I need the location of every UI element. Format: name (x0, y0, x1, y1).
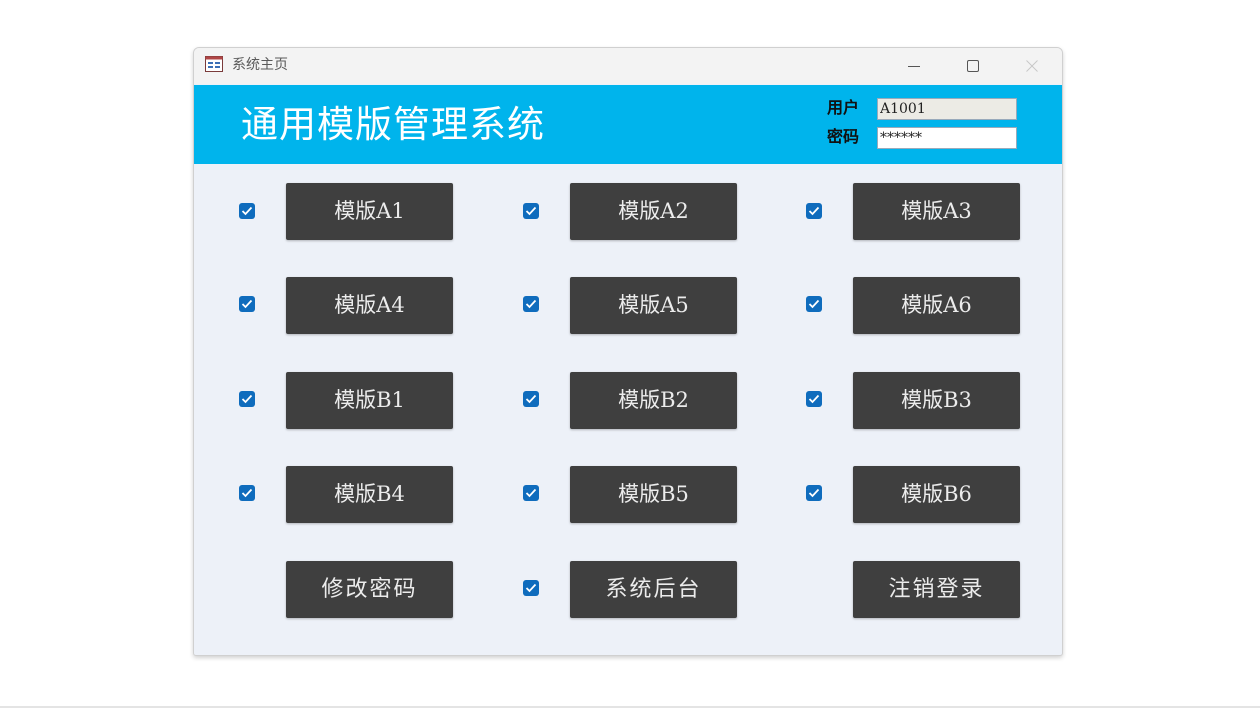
check-icon (241, 299, 253, 309)
template-a4-button[interactable]: 模版A4 (286, 277, 453, 334)
template-a2-button[interactable]: 模版A2 (570, 183, 737, 240)
logout-button[interactable]: 注销登录 (853, 561, 1020, 618)
template-b6-button[interactable]: 模版B6 (853, 466, 1020, 523)
checkbox-b6[interactable] (806, 485, 822, 501)
template-a6-button[interactable]: 模版A6 (853, 277, 1020, 334)
form-icon (205, 56, 223, 72)
maximize-icon (967, 60, 979, 72)
maximize-button[interactable] (950, 52, 996, 80)
checkbox-b4[interactable] (239, 485, 255, 501)
close-icon (1026, 60, 1038, 72)
header-banner: 通用模版管理系统 用户 密码 (194, 85, 1062, 164)
checkbox-a2[interactable] (523, 203, 539, 219)
template-a3-button[interactable]: 模版A3 (853, 183, 1020, 240)
password-label: 密码 (827, 127, 860, 146)
check-icon (808, 299, 820, 309)
checkbox-a4[interactable] (239, 296, 255, 312)
checkbox-b2[interactable] (523, 391, 539, 407)
template-b4-button[interactable]: 模版B4 (286, 466, 453, 523)
system-title: 通用模版管理系统 (241, 103, 545, 146)
check-icon (525, 299, 537, 309)
checkbox-b1[interactable] (239, 391, 255, 407)
check-icon (808, 394, 820, 404)
check-icon (525, 488, 537, 498)
template-a1-button[interactable]: 模版A1 (286, 183, 453, 240)
main-window: 系统主页 通用模版管理系统 用户 密码 模版A1 模版A2 模版A3 模版A4 … (193, 47, 1063, 656)
check-icon (241, 394, 253, 404)
check-icon (525, 206, 537, 216)
user-label: 用户 (827, 98, 860, 117)
template-b5-button[interactable]: 模版B5 (570, 466, 737, 523)
user-field[interactable] (877, 98, 1017, 120)
check-icon (241, 488, 253, 498)
checkbox-a6[interactable] (806, 296, 822, 312)
change-password-button[interactable]: 修改密码 (286, 561, 453, 618)
checkbox-b5[interactable] (523, 485, 539, 501)
template-b1-button[interactable]: 模版B1 (286, 372, 453, 429)
window-title: 系统主页 (232, 57, 288, 73)
title-bar: 系统主页 (194, 48, 1062, 84)
password-field[interactable] (877, 127, 1017, 149)
admin-backend-button[interactable]: 系统后台 (570, 561, 737, 618)
template-b2-button[interactable]: 模版B2 (570, 372, 737, 429)
minimize-button[interactable] (891, 52, 937, 80)
check-icon (808, 206, 820, 216)
check-icon (241, 206, 253, 216)
close-button[interactable] (1009, 52, 1055, 80)
template-b3-button[interactable]: 模版B3 (853, 372, 1020, 429)
checkbox-a5[interactable] (523, 296, 539, 312)
check-icon (525, 394, 537, 404)
checkbox-a1[interactable] (239, 203, 255, 219)
checkbox-b3[interactable] (806, 391, 822, 407)
check-icon (808, 488, 820, 498)
minimize-icon (908, 66, 920, 67)
template-a5-button[interactable]: 模版A5 (570, 277, 737, 334)
check-icon (525, 583, 537, 593)
checkbox-a3[interactable] (806, 203, 822, 219)
checkbox-admin-backend[interactable] (523, 580, 539, 596)
